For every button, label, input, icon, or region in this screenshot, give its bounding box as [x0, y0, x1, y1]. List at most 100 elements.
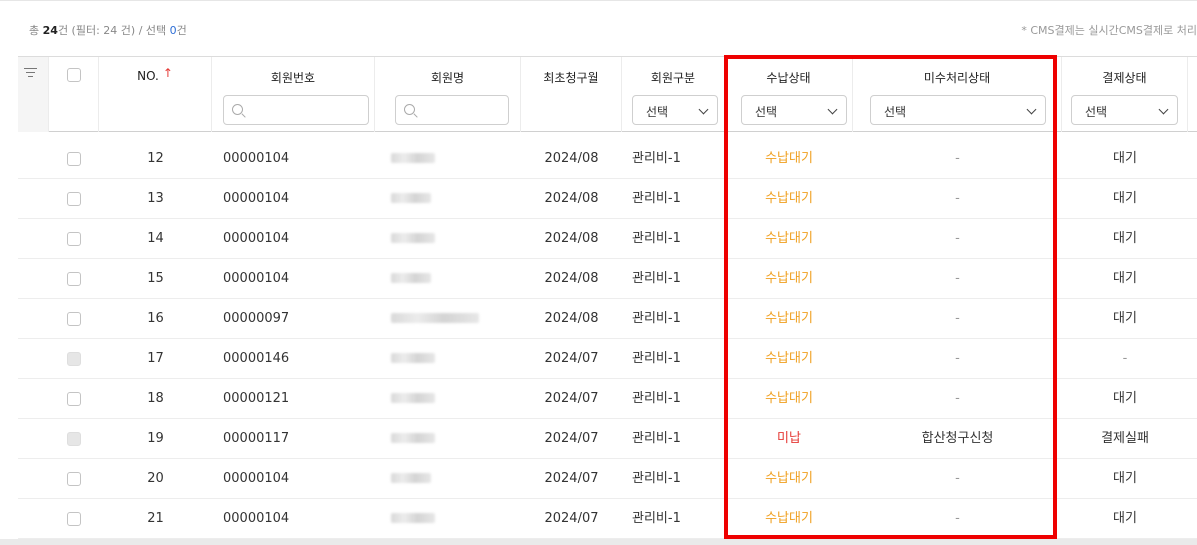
member-no-search-input[interactable] [223, 95, 369, 125]
row-first-bill-month: 2024/08 [544, 151, 599, 166]
row-no: 15 [147, 271, 164, 286]
table-row[interactable]: 17 00000146 2024/07 관리비-1 수납대기 - - [18, 339, 1197, 379]
chevron-down-icon [698, 104, 709, 115]
select-all-checkbox[interactable] [67, 68, 81, 82]
row-settlement-status: 결제실패 [1101, 431, 1149, 446]
row-unpaid-status: - [955, 151, 960, 166]
row-checkbox[interactable] [67, 152, 81, 166]
row-checkbox[interactable] [67, 472, 81, 486]
chevron-down-icon [1158, 104, 1169, 115]
row-first-bill-month: 2024/08 [544, 311, 599, 326]
row-member-no: 00000121 [223, 391, 290, 406]
row-settlement-status: 대기 [1113, 191, 1137, 206]
settlement-status-select-value: 선택 [1085, 105, 1108, 119]
row-member-no: 00000104 [223, 151, 290, 166]
summary-suffix: 건 [176, 24, 187, 37]
table-row[interactable]: 12 00000104 2024/08 관리비-1 수납대기 - 대기 [18, 139, 1197, 179]
table-row[interactable]: 20 00000104 2024/07 관리비-1 수납대기 - 대기 [18, 459, 1197, 499]
search-icon [404, 104, 415, 115]
row-settlement-status: 대기 [1113, 151, 1137, 166]
table-row[interactable]: 14 00000104 2024/08 관리비-1 수납대기 - 대기 [18, 219, 1197, 259]
payment-status-select[interactable]: 선택 [741, 95, 847, 125]
grid-header: NO. ↑ 회원번호 회원명 최초청구월 회원구분 선택 수납상태 선택 미수처… [18, 56, 1197, 132]
redacted-member-name [391, 273, 431, 283]
row-payment-status: 미납 [777, 431, 801, 446]
row-member-no: 00000104 [223, 271, 290, 286]
row-member-type: 관리비-1 [632, 431, 681, 446]
column-overflow [1188, 57, 1197, 132]
row-member-type: 관리비-1 [632, 311, 681, 326]
row-checkbox[interactable] [67, 512, 81, 526]
row-checkbox [67, 352, 81, 366]
unpaid-status-select[interactable]: 선택 [870, 95, 1046, 125]
table-row[interactable]: 13 00000104 2024/08 관리비-1 수납대기 - 대기 [18, 179, 1197, 219]
row-no: 18 [147, 391, 164, 406]
redacted-member-name [391, 353, 435, 363]
member-name-search-field[interactable] [420, 99, 502, 121]
row-member-no: 00000117 [223, 431, 290, 446]
result-summary: 총 24건 (필터: 24 건) / 선택 0건 [29, 22, 187, 38]
top-divider [0, 0, 1197, 1]
column-member-no: 회원번호 [212, 57, 375, 132]
row-payment-status: 수납대기 [765, 231, 813, 246]
column-options-cell [18, 57, 49, 132]
row-first-bill-month: 2024/07 [544, 471, 599, 486]
row-no: 13 [147, 191, 164, 206]
row-member-type: 관리비-1 [632, 191, 681, 206]
row-no: 19 [147, 431, 164, 446]
settlement-status-select[interactable]: 선택 [1071, 95, 1178, 125]
row-settlement-status: 대기 [1113, 231, 1137, 246]
chevron-down-icon [1026, 104, 1037, 115]
column-no[interactable]: NO. ↑ [99, 57, 212, 132]
row-checkbox[interactable] [67, 392, 81, 406]
row-unpaid-status: - [955, 471, 960, 486]
row-first-bill-month: 2024/08 [544, 271, 599, 286]
row-settlement-status: 대기 [1113, 271, 1137, 286]
row-checkbox[interactable] [67, 232, 81, 246]
redacted-member-name [391, 193, 431, 203]
row-payment-status: 수납대기 [765, 511, 813, 526]
row-member-type: 관리비-1 [632, 391, 681, 406]
row-first-bill-month: 2024/08 [544, 191, 599, 206]
row-member-type: 관리비-1 [632, 471, 681, 486]
member-name-search-input[interactable] [395, 95, 509, 125]
row-payment-status: 수납대기 [765, 471, 813, 486]
row-member-type: 관리비-1 [632, 511, 681, 526]
column-member-no-label: 회원번호 [270, 71, 316, 85]
row-checkbox[interactable] [67, 312, 81, 326]
select-all-cell [49, 57, 99, 132]
summary-filter-text: 건 (필터: 24 건) / 선택 [57, 24, 170, 37]
row-checkbox [67, 432, 81, 446]
table-row[interactable]: 21 00000104 2024/07 관리비-1 수납대기 - 대기 [18, 499, 1197, 539]
row-settlement-status: 대기 [1113, 391, 1137, 406]
table-row[interactable]: 15 00000104 2024/08 관리비-1 수납대기 - 대기 [18, 259, 1197, 299]
row-no: 21 [147, 511, 164, 526]
row-settlement-status: 대기 [1113, 511, 1137, 526]
filter-icon[interactable] [24, 68, 37, 78]
row-first-bill-month: 2024/07 [544, 431, 599, 446]
table-row[interactable]: 16 00000097 2024/08 관리비-1 수납대기 - 대기 [18, 299, 1197, 339]
total-count: 24 [42, 24, 58, 37]
member-no-search-field[interactable] [248, 99, 362, 121]
table-row[interactable]: 18 00000121 2024/07 관리비-1 수납대기 - 대기 [18, 379, 1197, 419]
column-member-type-label: 회원구분 [650, 71, 696, 85]
row-checkbox[interactable] [67, 272, 81, 286]
row-unpaid-status: - [955, 311, 960, 326]
column-first-bill-month: 최초청구월 [521, 57, 622, 132]
row-payment-status: 수납대기 [765, 391, 813, 406]
row-member-type: 관리비-1 [632, 351, 681, 366]
row-settlement-status: 대기 [1113, 471, 1137, 486]
row-no: 12 [147, 151, 164, 166]
table-row[interactable]: 19 00000117 2024/07 관리비-1 미납 합산청구신청 결제실패 [18, 419, 1197, 459]
member-type-select[interactable]: 선택 [632, 95, 718, 125]
row-member-type: 관리비-1 [632, 271, 681, 286]
horizontal-scrollbar[interactable] [0, 539, 1197, 545]
sort-up-arrow-icon[interactable]: ↑ [163, 66, 173, 80]
row-checkbox[interactable] [67, 192, 81, 206]
billing-grid-screen: 총 24건 (필터: 24 건) / 선택 0건 * CMS결제는 실시간CMS… [0, 0, 1197, 545]
column-payment-status-label: 수납상태 [766, 71, 811, 85]
column-settlement-status-label: 결제상태 [1102, 71, 1147, 85]
column-member-type: 회원구분 선택 [622, 57, 725, 132]
redacted-member-name [391, 473, 431, 483]
column-settlement-status: 결제상태 선택 [1062, 57, 1188, 132]
